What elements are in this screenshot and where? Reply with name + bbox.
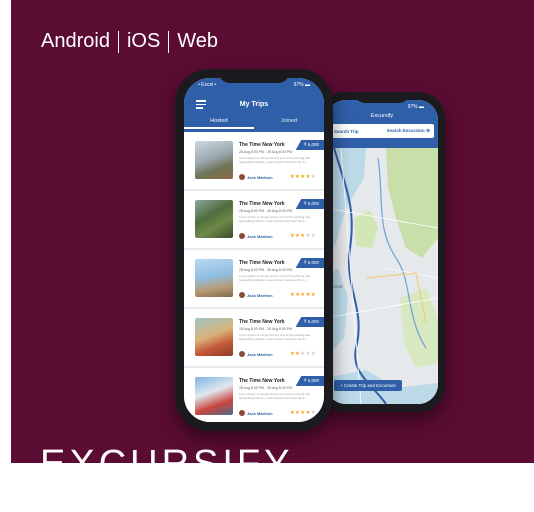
map-app-bar: 97% ▬ Excursify Search Trip Search Excur… — [326, 100, 438, 148]
map-screen: 97% ▬ Excursify Search Trip Search Excur… — [326, 100, 438, 404]
page-title: My Trips — [239, 101, 269, 108]
host-name[interactable]: Jack Marthen — [247, 411, 273, 416]
price-badge: ₹ 6,000 — [295, 258, 324, 268]
trip-card[interactable]: ₹ 6,000 The Time New York 28 Aug 8:00 PM… — [184, 250, 324, 309]
platform-web: Web — [177, 30, 219, 52]
avatar — [239, 174, 245, 180]
status-bar: 97% ▬ — [340, 104, 424, 110]
avatar — [239, 292, 245, 298]
tab-hosted[interactable]: Hosted — [184, 118, 254, 129]
trip-thumbnail — [195, 259, 233, 297]
price-badge: ₹ 6,000 — [295, 199, 324, 209]
trip-thumbnail — [195, 377, 233, 415]
trip-thumbnail — [195, 200, 233, 238]
trip-date: 28 Aug 8:00 PM - 28 Aug 8:30 PM — [239, 327, 292, 331]
avatar — [239, 351, 245, 357]
trips-screen: • Excsi • 97% ▬ My Trips Hosted Joined ₹… — [184, 78, 324, 422]
map-phone-mockup: 97% ▬ Excursify Search Trip Search Excur… — [319, 92, 445, 412]
trip-thumbnail — [195, 141, 233, 179]
platform-ios: iOS — [126, 30, 161, 52]
phone-notch — [218, 69, 290, 83]
platform-list: Android iOS Web — [41, 30, 218, 53]
avatar — [239, 410, 245, 416]
trip-description: Lorem Ipsum is simply dummy text of the … — [239, 333, 311, 341]
trip-card[interactable]: ₹ 6,000 The Time New York 28 Aug 8:00 PM… — [184, 309, 324, 368]
trip-list: ₹ 6,000 The Time New York 28 Aug 8:00 PM… — [184, 132, 324, 422]
trip-date: 28 Aug 8:00 PM - 28 Aug 8:30 PM — [239, 150, 292, 154]
price-badge: ₹ 6,000 — [295, 376, 324, 386]
price-badge: ₹ 6,000 — [295, 140, 324, 150]
avatar — [239, 233, 245, 239]
host-name[interactable]: Jack Marthen — [247, 234, 273, 239]
app-name-title: EXCURSIFY — [40, 444, 293, 463]
trip-date: 28 Aug 8:00 PM - 28 Aug 8:30 PM — [239, 209, 292, 213]
search-excursion-tab[interactable]: Search Excursion ⚙ — [387, 128, 430, 134]
rating-stars: ★★★★★ — [289, 174, 316, 180]
rating-stars: ★★★★★ — [289, 233, 316, 239]
hero-banner: Android iOS Web 97% ▬ Excursify Search T… — [11, 0, 534, 463]
trip-title: The Time New York — [239, 142, 285, 148]
map-graphic — [326, 147, 438, 404]
trip-tabs: Hosted Joined — [184, 118, 324, 129]
divider — [168, 30, 170, 53]
carrier-status: • Excsi • — [198, 82, 217, 88]
trip-description: Lorem Ipsum is simply dummy text of the … — [239, 215, 311, 223]
battery-status: 97% ▬ — [293, 82, 310, 88]
map-view[interactable]: SROOK — [326, 147, 438, 404]
trip-date: 28 Aug 8:00 PM - 28 Aug 8:30 PM — [239, 268, 292, 272]
trip-title: The Time New York — [239, 378, 285, 384]
trip-card[interactable]: ₹ 6,000 The Time New York 28 Aug 8:00 PM… — [184, 368, 324, 422]
price-badge: ₹ 6,000 — [295, 317, 324, 327]
trip-card[interactable]: ₹ 6,000 The Time New York 28 Aug 8:00 PM… — [184, 191, 324, 250]
tab-joined[interactable]: Joined — [254, 118, 324, 129]
trip-title: The Time New York — [239, 260, 285, 266]
trip-card[interactable]: ₹ 6,000 The Time New York 28 Aug 8:00 PM… — [184, 132, 324, 191]
trips-app-bar: • Excsi • 97% ▬ My Trips Hosted Joined — [184, 78, 324, 132]
trip-description: Lorem Ipsum is simply dummy text of the … — [239, 392, 311, 400]
rating-stars: ★★★★★ — [289, 351, 316, 357]
battery-status: 97% ▬ — [407, 104, 424, 110]
trips-phone-mockup: • Excsi • 97% ▬ My Trips Hosted Joined ₹… — [175, 69, 333, 431]
host-name[interactable]: Jack Marthen — [247, 293, 273, 298]
trip-description: Lorem Ipsum is simply dummy text of the … — [239, 274, 311, 282]
map-app-title: Excursify — [370, 113, 394, 119]
trip-description: Lorem Ipsum is simply dummy text of the … — [239, 156, 311, 164]
divider — [117, 30, 119, 53]
search-trip-tab[interactable]: Search Trip — [334, 129, 359, 134]
map-search-bar[interactable]: Search Trip Search Excursion ⚙ — [330, 124, 434, 138]
trip-title: The Time New York — [239, 201, 285, 207]
host-name[interactable]: Jack Marthen — [247, 352, 273, 357]
host-name[interactable]: Jack Marthen — [247, 175, 273, 180]
platform-android: Android — [41, 30, 110, 52]
trip-title: The Time New York — [239, 319, 285, 325]
trip-date: 28 Aug 8:00 PM - 28 Aug 8:30 PM — [239, 386, 292, 390]
rating-stars: ★★★★★ — [289, 410, 316, 416]
create-trip-button[interactable]: + Create Trip and Excursion — [334, 380, 402, 391]
rating-stars: ★★★★★ — [289, 292, 316, 298]
trip-thumbnail — [195, 318, 233, 356]
filter-icon[interactable]: ⚙ — [426, 128, 430, 133]
phone-notch — [354, 92, 410, 103]
